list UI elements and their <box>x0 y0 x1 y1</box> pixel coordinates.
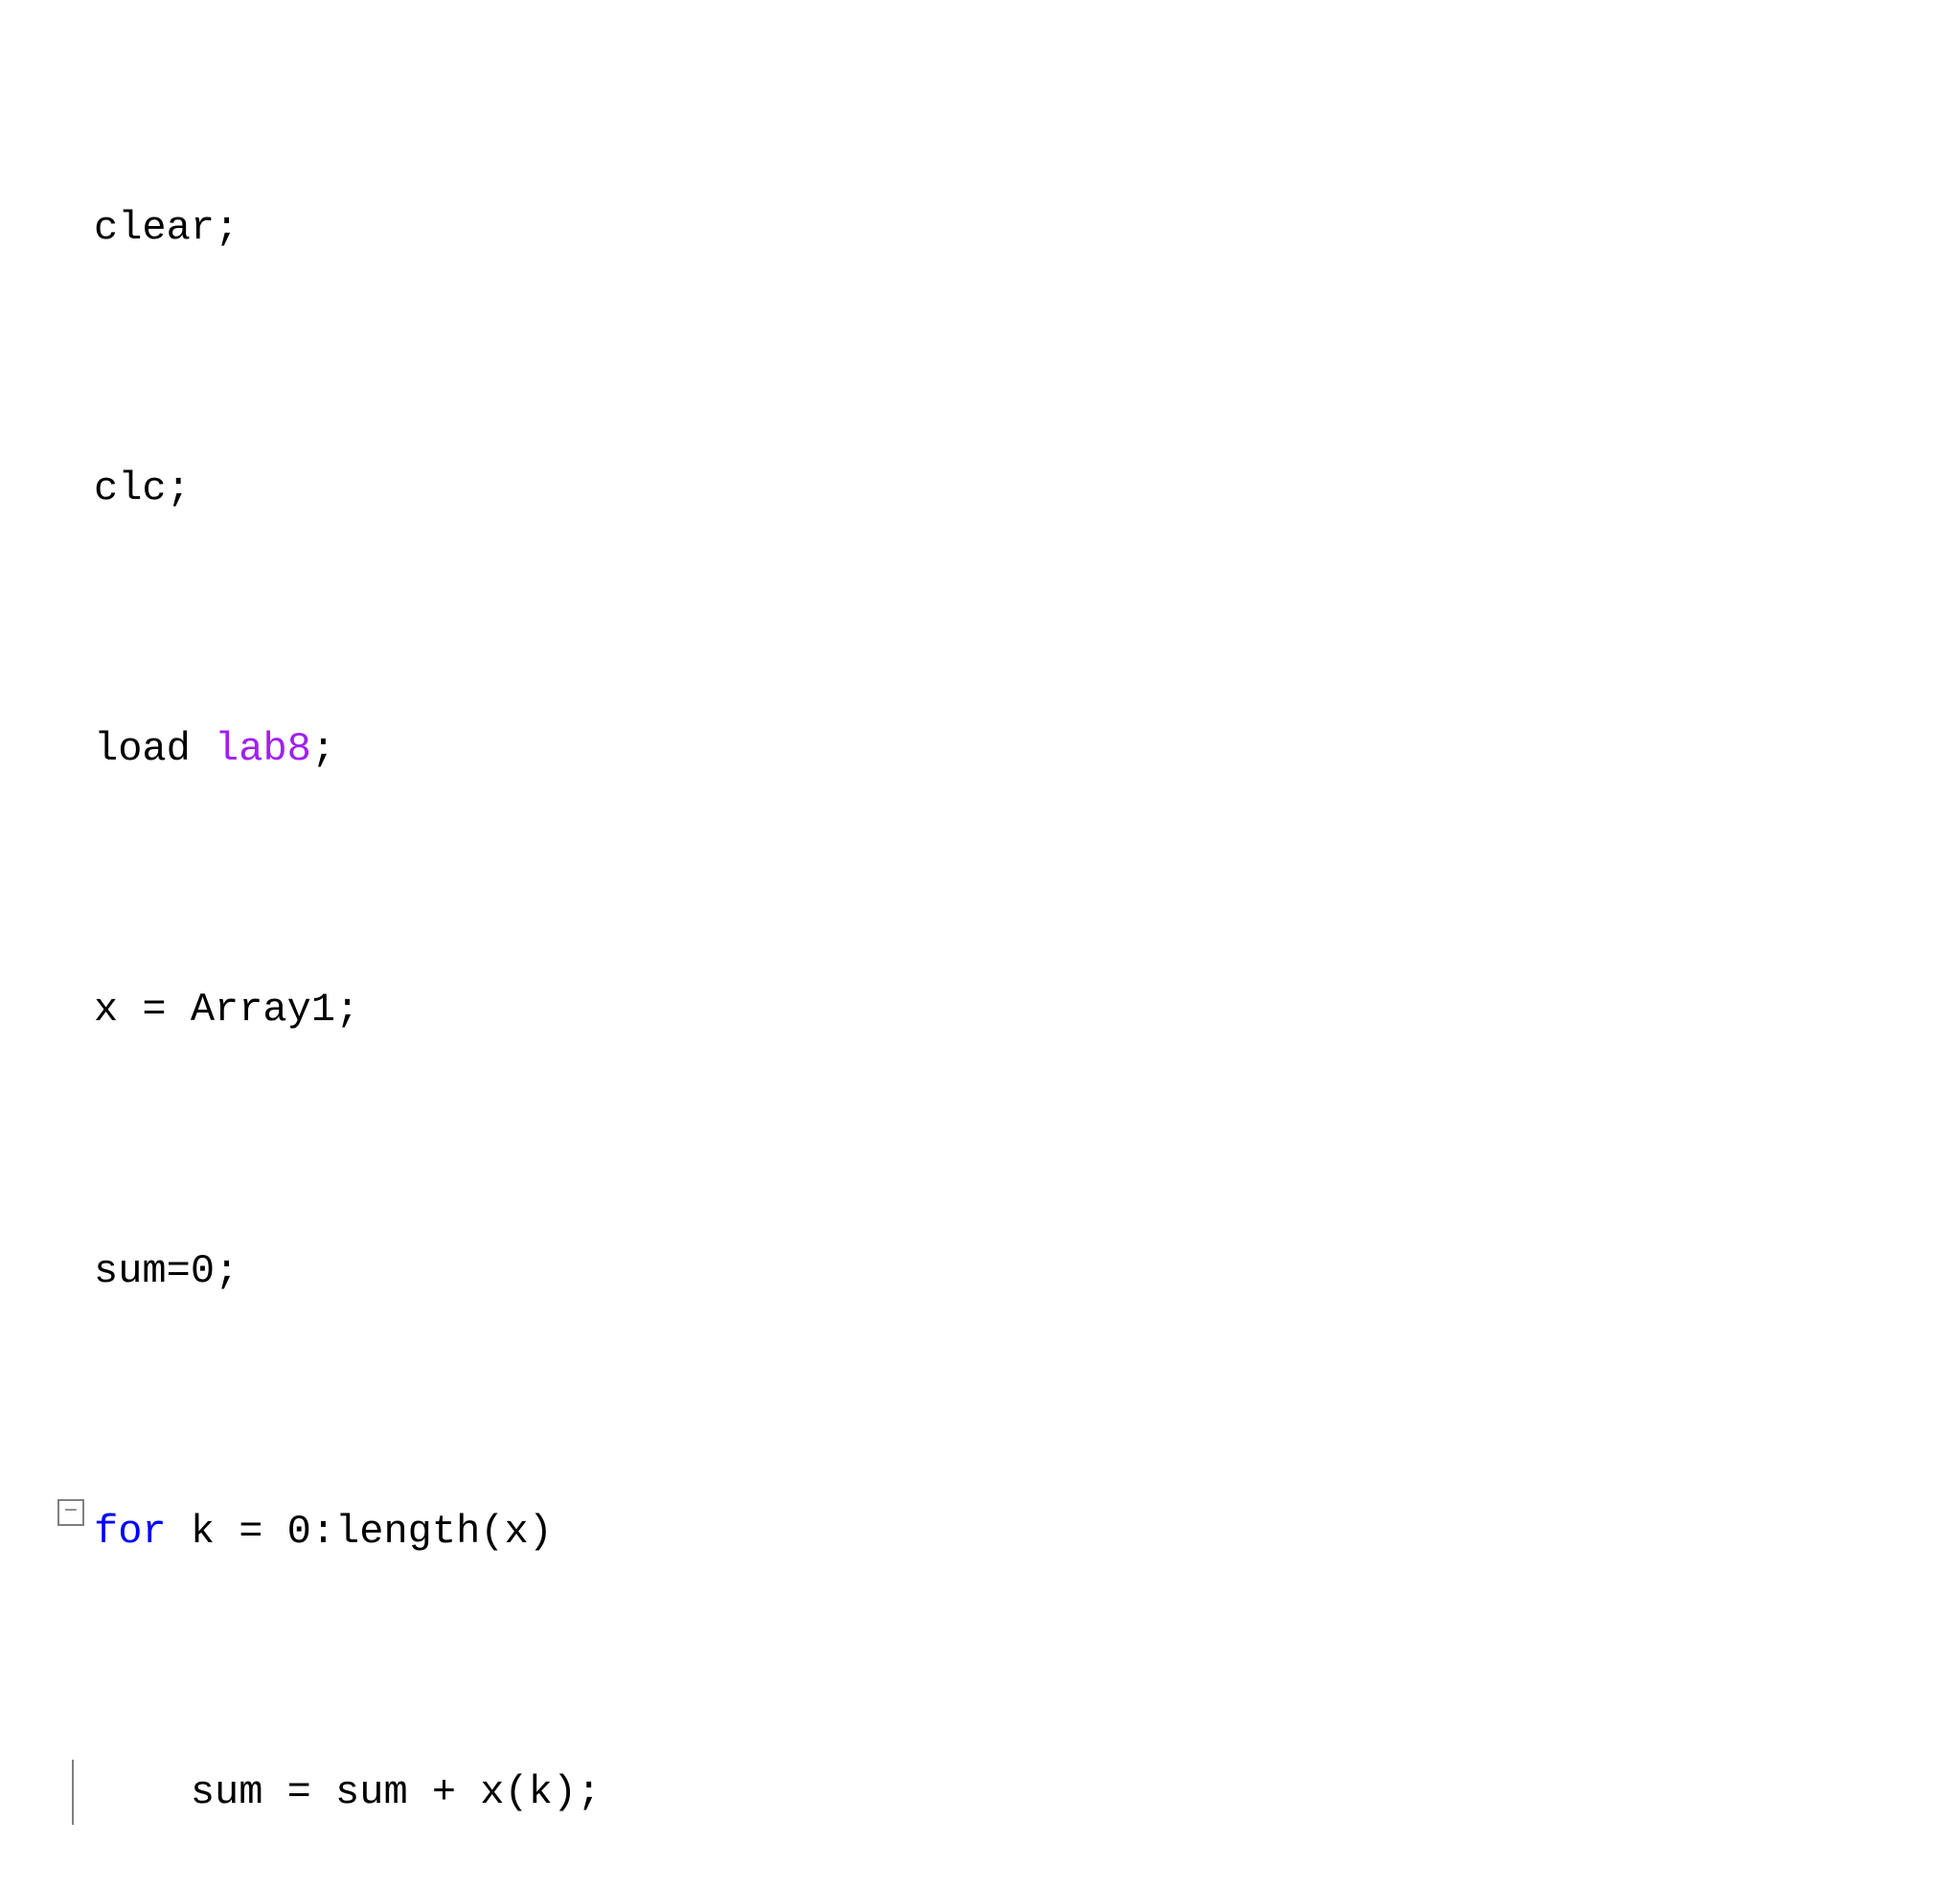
code-text: sum = sum + x(k); <box>94 1760 601 1825</box>
code-text: clear; <box>94 195 239 261</box>
token: load <box>94 726 191 772</box>
code-text: load lab8; <box>94 717 335 782</box>
token: ; <box>311 726 335 772</box>
code-line[interactable]: load lab8; <box>0 717 1960 782</box>
code-line[interactable]: x = Array1; <box>0 977 1960 1042</box>
code-line[interactable]: − for k = 0:length(x) <box>0 1499 1960 1564</box>
code-editor[interactable]: clear; clc; load lab8; x = Array1; sum=0… <box>0 0 1960 1889</box>
keyword-token: for <box>94 1509 167 1555</box>
gutter <box>0 1760 94 1825</box>
code-text: clc; <box>94 456 191 521</box>
code-text: x = Array1; <box>94 977 359 1042</box>
string-token: lab8 <box>215 726 311 772</box>
code-line[interactable]: sum=0; <box>0 1239 1960 1304</box>
code-line[interactable]: clear; <box>0 195 1960 261</box>
gutter: − <box>0 1499 94 1526</box>
fold-collapse-icon[interactable]: − <box>57 1499 84 1526</box>
code-line[interactable]: sum = sum + x(k); <box>0 1760 1960 1825</box>
code-text: sum=0; <box>94 1239 239 1304</box>
fold-guide-icon <box>61 1760 84 1825</box>
code-line[interactable]: clc; <box>0 456 1960 521</box>
code-text: for k = 0:length(x) <box>94 1499 553 1564</box>
token: k = 0:length(x) <box>167 1509 553 1555</box>
